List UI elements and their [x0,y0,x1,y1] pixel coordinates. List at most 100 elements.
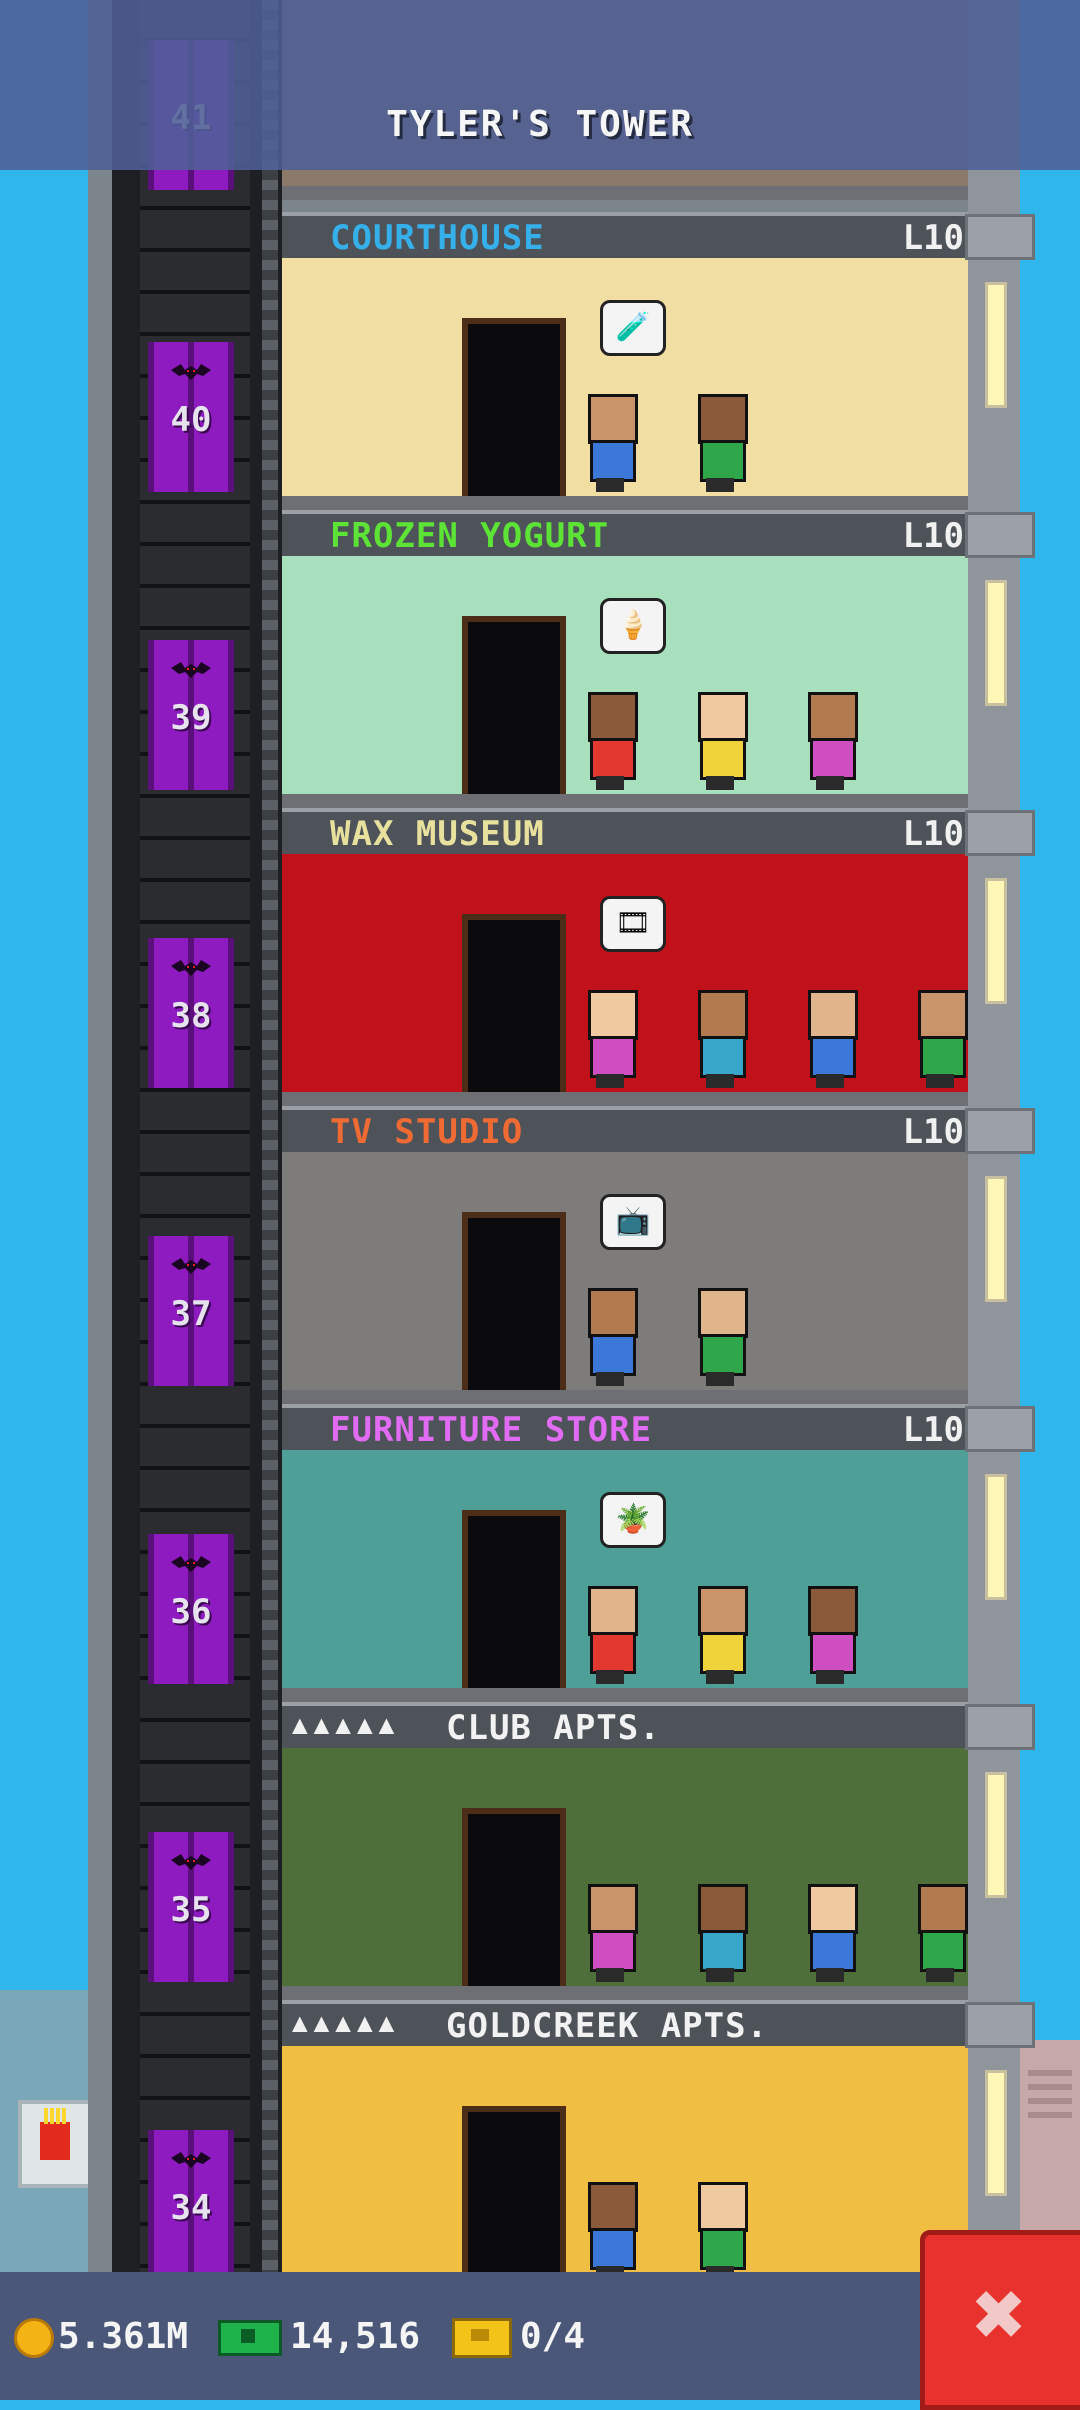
bitizen-body [590,2228,636,2270]
floor-level: L10 [902,516,964,556]
bitizen-body [810,738,856,780]
bitizen[interactable] [692,2182,748,2280]
floor-1[interactable]: FROZEN YOGURT L10 🍦 [282,510,968,808]
elevator-car[interactable]: 39 [148,640,234,790]
request-bubble[interactable]: 🧪 [600,300,666,356]
bitizen-body [590,1036,636,1078]
floor-level: L10 [902,1410,964,1450]
bitizen-legs [926,1968,954,1982]
floor-2[interactable]: WAX MUSEUM L10 🎞 [282,808,968,1106]
tower-light [985,878,1007,1004]
close-icon: ✖ [972,2262,1028,2367]
bitizen-legs [596,1968,624,1982]
tower-title[interactable]: TYLER'S TOWER [0,104,1080,145]
floor-5[interactable]: ▲▲▲▲▲ CLUB APTS. [282,1702,968,2000]
bitizen-legs [816,1670,844,1684]
floor-6[interactable]: ▲▲▲▲▲ GOLDCREEK APTS. [282,2000,968,2298]
bitizen-head [698,692,748,742]
tower-bracket [965,2002,1035,2048]
bitizen-head [588,394,638,444]
bitizen[interactable] [802,1884,858,1982]
tower-light [985,2070,1007,2196]
coin-icon [14,2318,54,2358]
bitizen-head [588,990,638,1040]
tower-light [985,1474,1007,1600]
elevator-car[interactable]: 37 [148,1236,234,1386]
bitizen[interactable] [692,990,748,1088]
bitizen[interactable] [692,394,748,492]
elevator-car[interactable]: 40 [148,342,234,492]
bitizen-head [808,1586,858,1636]
bitizen[interactable] [802,990,858,1088]
bitizen-head [588,692,638,742]
bitizen-body [590,1930,636,1972]
request-bubble[interactable]: 🪴 [600,1492,666,1548]
bitizen-head [698,394,748,444]
ticket-icon [452,2318,512,2358]
bitizen[interactable] [912,1884,968,1982]
bitizen-head [698,1884,748,1934]
bitizen-body [810,1036,856,1078]
floor-label-bar: WAX MUSEUM L10 [282,808,968,858]
bitizen[interactable] [582,990,638,1088]
tower-bracket [965,1108,1035,1154]
bitizen[interactable] [692,1288,748,1386]
bitizen[interactable] [912,990,968,1088]
bitizen-head [918,1884,968,1934]
elevator-car[interactable]: 35 [148,1832,234,1982]
tickets-display[interactable]: 0/4 [452,2312,585,2362]
bitizen-body [810,1632,856,1674]
request-bubble[interactable]: 🎞 [600,896,666,952]
bitizen-head [808,1884,858,1934]
bitizen[interactable] [692,1884,748,1982]
bux-icon [218,2320,282,2356]
coins-display[interactable]: 5.361M [14,2312,188,2362]
elevator-car[interactable]: 34 [148,2130,234,2280]
floor-label-bar: FURNITURE STORE L10 [282,1404,968,1454]
elevator-car[interactable]: 38 [148,938,234,1088]
close-button[interactable]: ✖ [920,2230,1080,2410]
fries-icon [40,2108,70,2160]
bux-display[interactable]: 14,516 [218,2312,420,2362]
room-floor [282,496,968,510]
bitizen-head [808,692,858,742]
floor-0[interactable]: COURTHOUSE L10 🧪 [282,212,968,510]
elevator-floor-number: 38 [170,996,212,1036]
floor-3[interactable]: TV STUDIO L10 📺 [282,1106,968,1404]
tower-bracket [965,512,1035,558]
bitizen[interactable] [582,692,638,790]
bitizen-legs [596,776,624,790]
floor-level: L10 [902,814,964,854]
bitizen-legs [706,776,734,790]
bitizen[interactable] [802,692,858,790]
floor-name: FROZEN YOGURT [330,516,610,556]
bitizen[interactable] [582,394,638,492]
elevator-car[interactable]: 36 [148,1534,234,1684]
bitizen[interactable] [802,1586,858,1684]
request-bubble[interactable]: 🍦 [600,598,666,654]
bitizen[interactable] [582,1586,638,1684]
floor-label-bar: COURTHOUSE L10 [282,212,968,262]
bitizen-head [698,1586,748,1636]
floor-label-bar: FROZEN YOGURT L10 [282,510,968,560]
bitizen[interactable] [582,2182,638,2280]
bitizen-head [808,990,858,1040]
bat-icon [171,660,211,682]
header-bar: TYLER'S TOWER [0,0,1080,170]
bitizen[interactable] [692,692,748,790]
bitizen-body [590,1334,636,1376]
bitizen-head [918,990,968,1040]
floor-4[interactable]: FURNITURE STORE L10 🪴 [282,1404,968,1702]
bitizen-body [700,738,746,780]
floor-label-bar: ▲▲▲▲▲ CLUB APTS. [282,1702,968,1752]
coins-value: 5.361M [58,2316,189,2357]
bitizen[interactable] [582,1884,638,1982]
floor-name: TV STUDIO [330,1112,524,1152]
request-bubble[interactable]: 📺 [600,1194,666,1250]
tower-light [985,580,1007,706]
currency-bar: 5.361M 14,516 0/4 [0,2272,1080,2400]
bitizen-head [698,990,748,1040]
room-door [462,1510,566,1688]
bitizen[interactable] [692,1586,748,1684]
bitizen[interactable] [582,1288,638,1386]
